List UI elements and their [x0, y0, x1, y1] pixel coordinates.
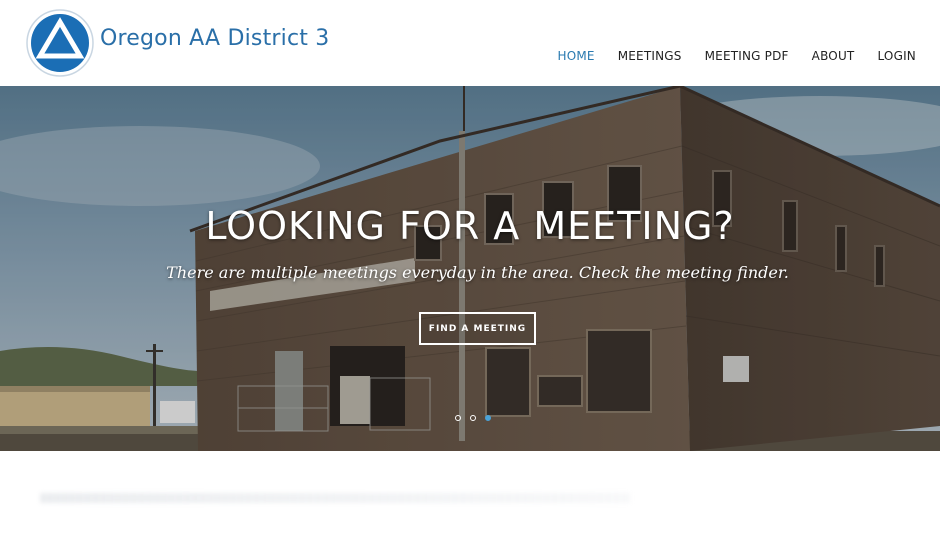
nav-about[interactable]: ABOUT	[812, 49, 855, 63]
slider-pagination	[455, 415, 491, 421]
slide-dot-1[interactable]	[455, 415, 461, 421]
aa-logo-icon[interactable]	[26, 9, 94, 77]
content-section	[0, 451, 940, 545]
nav-meetings[interactable]: MEETINGS	[618, 49, 682, 63]
site-header: Oregon AA District 3 HOME MEETINGS MEETI…	[0, 0, 940, 86]
nav-login[interactable]: LOGIN	[877, 49, 916, 63]
nav-home[interactable]: HOME	[558, 49, 595, 63]
slide-dot-3[interactable]	[485, 415, 491, 421]
slide-dot-2[interactable]	[470, 415, 476, 421]
hero-slider: LOOKING FOR A MEETING? There are multipl…	[0, 86, 940, 451]
nav-meeting-pdf[interactable]: MEETING PDF	[705, 49, 789, 63]
hero-subtitle: There are multiple meetings everyday in …	[166, 263, 789, 282]
find-a-meeting-button[interactable]: FIND A MEETING	[419, 312, 536, 345]
site-title[interactable]: Oregon AA District 3	[100, 26, 330, 51]
hero-title: LOOKING FOR A MEETING?	[205, 204, 735, 248]
faded-heading-placeholder	[40, 493, 630, 503]
main-nav: HOME MEETINGS MEETING PDF ABOUT LOGIN	[535, 49, 917, 63]
